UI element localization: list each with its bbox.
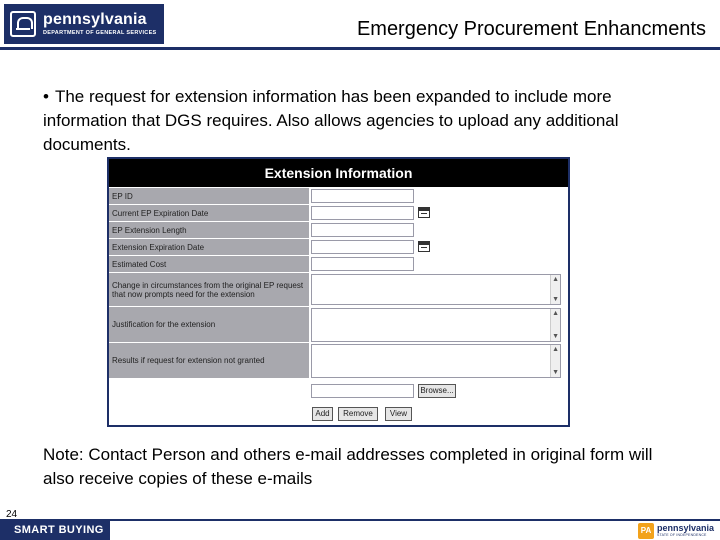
logo-title: pennsylvania [43,10,147,28]
form-field-label: Results if request for extension not gra… [109,343,309,379]
bullet-paragraph: • The request for extension information h… [43,85,683,157]
pennsylvania-dgs-logo: pennsylvania DEPARTMENT OF GENERAL SERVI… [4,4,164,44]
slide-title: Emergency Procurement Enhancments [356,18,706,40]
capitol-dome-icon [10,11,36,37]
scroll-up-icon[interactable]: ▲ [552,310,559,317]
scroll-up-icon[interactable]: ▲ [552,346,559,353]
calendar-icon[interactable] [418,241,430,252]
extension-length-input[interactable] [311,223,414,237]
justification-textarea[interactable]: ▲ ▼ [311,308,561,342]
extension-expiration-date-input[interactable] [311,240,414,254]
remove-button[interactable]: Remove [338,407,378,421]
scroll-down-icon[interactable]: ▼ [552,369,559,376]
scroll-up-icon[interactable]: ▲ [552,276,559,283]
logo-text: pennsylvania DEPARTMENT OF GENERAL SERVI… [43,10,157,37]
upload-file-input[interactable] [311,384,414,398]
form-field-label: Justification for the extension [109,307,309,343]
logo-subtitle: DEPARTMENT OF GENERAL SERVICES [43,29,157,36]
form-field-label: EP Extension Length [109,222,309,239]
current-expiration-date-input[interactable] [311,206,414,220]
form-field-label: Extension Expiration Date [109,239,309,256]
slide-header: pennsylvania DEPARTMENT OF GENERAL SERVI… [0,0,720,50]
smart-buying-label: SMART BUYING [0,521,110,540]
form-field-label: Change in circumstances from the origina… [109,273,309,307]
footer-logo-title: pennsylvania [657,522,715,533]
estimated-cost-input[interactable] [311,257,414,271]
note-paragraph: Note: Contact Person and others e-mail a… [43,445,653,488]
scroll-down-icon[interactable]: ▼ [552,296,559,303]
add-button[interactable]: Add [312,407,333,421]
pa-keystone-icon: PA [638,522,654,539]
header-divider [0,47,720,50]
form-title: Extension Information [109,159,568,187]
bullet-text: The request for extension information ha… [43,87,619,154]
form-field-label: Current EP Expiration Date [109,205,309,222]
change-circumstances-textarea[interactable]: ▲ ▼ [311,274,561,305]
extension-information-form: Extension Information EP ID Current EP E… [107,157,570,427]
bullet-icon: • [43,87,49,106]
calendar-icon[interactable] [418,207,430,218]
results-textarea[interactable]: ▲ ▼ [311,344,561,378]
ep-id-input[interactable] [311,189,414,203]
form-field-label: Estimated Cost [109,256,309,273]
scroll-down-icon[interactable]: ▼ [552,333,559,340]
footer-logo-text: pennsylvania STATE OF INDEPENDENCE [657,522,715,538]
footer-logo-subtitle: STATE OF INDEPENDENCE [657,532,707,537]
form-field-label: EP ID [109,188,309,205]
browse-button[interactable]: Browse... [418,384,456,398]
pennsylvania-footer-logo: PA pennsylvania STATE OF INDEPENDENCE [638,522,718,539]
view-button[interactable]: View [385,407,412,421]
